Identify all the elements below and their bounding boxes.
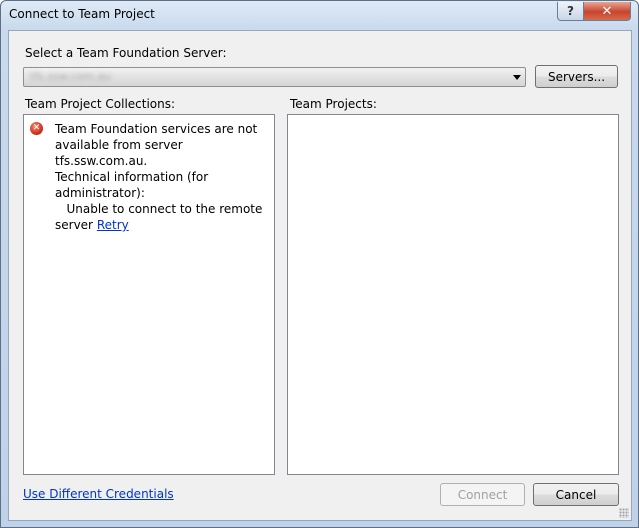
window-title: Connect to Team Project — [9, 7, 155, 21]
connect-button[interactable]: Connect — [440, 483, 525, 506]
collections-label: Team Project Collections: — [25, 97, 176, 111]
cancel-button[interactable]: Cancel — [533, 483, 619, 506]
servers-button[interactable]: Servers... — [535, 65, 618, 88]
use-different-credentials-link[interactable]: Use Different Credentials — [23, 487, 174, 501]
dialog-body: Select a Team Foundation Server: tfs.ssw… — [8, 30, 632, 521]
server-select-value: tfs.ssw.com.au — [30, 70, 112, 83]
retry-link[interactable]: Retry — [97, 218, 129, 232]
help-button[interactable]: ? — [557, 2, 584, 21]
connection-error-message: Team Foundation services are not availab… — [55, 121, 277, 233]
resize-grip-icon[interactable] — [619, 508, 629, 518]
server-label: Select a Team Foundation Server: — [25, 46, 227, 60]
projects-label: Team Projects: — [290, 97, 377, 111]
error-text: Team Foundation services are not availab… — [55, 122, 263, 232]
collections-list[interactable]: ✕ Team Foundation services are not avail… — [23, 114, 275, 475]
server-select[interactable]: tfs.ssw.com.au — [23, 67, 526, 87]
close-button[interactable]: ✕ — [583, 2, 631, 21]
team-projects-list[interactable] — [287, 114, 619, 475]
chevron-down-icon — [513, 75, 521, 80]
error-icon: ✕ — [30, 122, 43, 135]
title-bar[interactable]: Connect to Team Project ? ✕ — [1, 1, 638, 31]
connect-dialog: Connect to Team Project ? ✕ Select a Tea… — [0, 0, 639, 528]
